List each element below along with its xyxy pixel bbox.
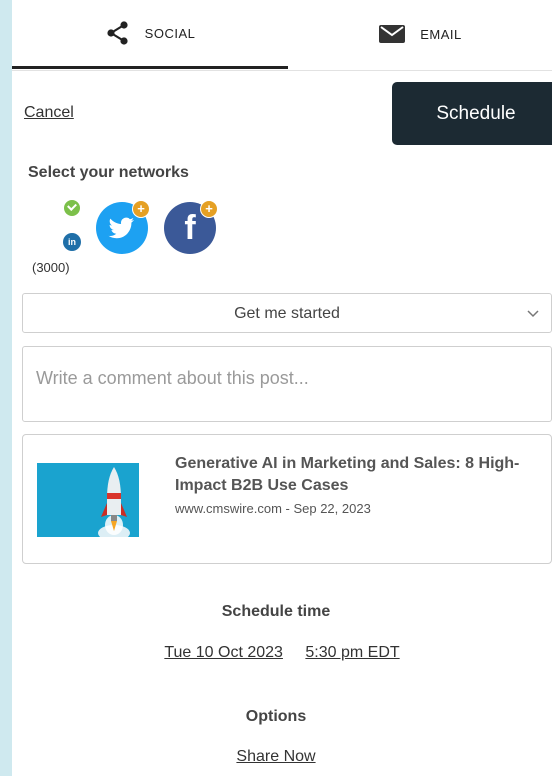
schedule-button[interactable]: Schedule bbox=[392, 82, 552, 145]
share-icon bbox=[105, 20, 131, 46]
article-preview-card[interactable]: Generative AI in Marketing and Sales: 8 … bbox=[22, 434, 552, 564]
article-thumbnail bbox=[37, 463, 139, 537]
schedule-date-link[interactable]: Tue 10 Oct 2023 bbox=[164, 644, 283, 661]
comment-input[interactable] bbox=[22, 346, 552, 422]
share-now-row: Share Now bbox=[0, 748, 552, 766]
add-twitter-icon[interactable]: + bbox=[132, 200, 150, 218]
networks-heading: Select your networks bbox=[28, 164, 189, 181]
rocket-icon bbox=[98, 467, 130, 537]
twitter-bird-icon bbox=[96, 217, 148, 258]
suggestion-dropdown[interactable]: Get me started bbox=[22, 293, 552, 333]
schedule-time-row: Tue 10 Oct 2023 5:30 pm EDT bbox=[12, 644, 552, 662]
tab-email[interactable]: EMAIL bbox=[288, 0, 552, 68]
linkedin-icon[interactable]: in bbox=[63, 233, 81, 251]
tab-social[interactable]: SOCIAL bbox=[12, 0, 288, 69]
cancel-link[interactable]: Cancel bbox=[24, 104, 74, 122]
add-facebook-icon[interactable]: + bbox=[200, 200, 218, 218]
tab-email-label: EMAIL bbox=[420, 26, 462, 42]
schedule-time-link[interactable]: 5:30 pm EDT bbox=[305, 644, 399, 661]
selected-check-icon bbox=[64, 200, 80, 216]
tab-social-label: SOCIAL bbox=[144, 25, 196, 41]
options-heading: Options bbox=[245, 708, 307, 725]
article-title: Generative AI in Marketing and Sales: 8 … bbox=[175, 455, 520, 494]
chevron-down-icon bbox=[527, 310, 539, 318]
article-source-date: www.cmswire.com - Sep 22, 2023 bbox=[175, 501, 371, 516]
schedule-time-heading: Schedule time bbox=[221, 603, 331, 620]
envelope-icon bbox=[378, 24, 406, 44]
channel-tabs: SOCIAL EMAIL bbox=[12, 0, 552, 71]
share-now-link[interactable]: Share Now bbox=[236, 748, 315, 765]
dropdown-selected-value: Get me started bbox=[234, 305, 340, 322]
linkedin-follower-count: (3000) bbox=[32, 260, 70, 275]
